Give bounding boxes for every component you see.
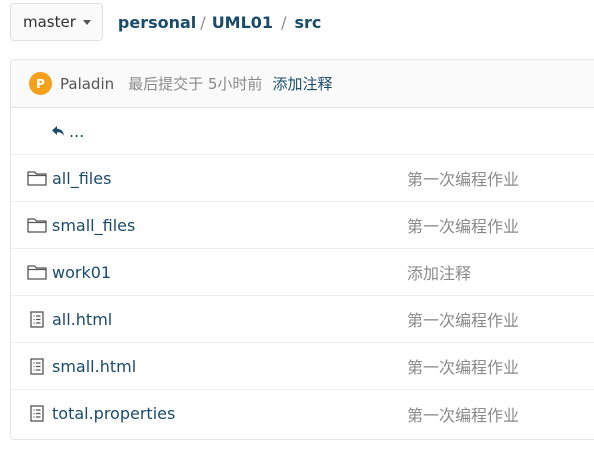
file-commit-message[interactable]: 添加注释 <box>407 260 471 284</box>
branch-selector[interactable]: master <box>10 3 103 41</box>
top-bar: master personal / UML01 / src <box>10 2 321 42</box>
file-name-cell: all_files <box>11 169 111 188</box>
commit-author[interactable]: Paladin <box>60 75 114 93</box>
breadcrumb-separator: / <box>200 12 206 32</box>
folder-icon <box>26 169 48 187</box>
file-row: all.html 第一次编程作业 <box>11 296 594 343</box>
file-row: all_files 第一次编程作业 <box>11 155 594 202</box>
breadcrumb-separator: / <box>281 12 287 32</box>
caret-down-icon <box>82 19 91 25</box>
branch-label: master <box>23 13 76 31</box>
commit-message[interactable]: 添加注释 <box>272 73 332 94</box>
file-row: small_files 第一次编程作业 <box>11 202 594 249</box>
file-row: small.html 第一次编程作业 <box>11 343 594 390</box>
file-name-link[interactable]: work01 <box>52 263 111 282</box>
file-commit-message[interactable]: 第一次编程作业 <box>407 307 519 331</box>
breadcrumb: personal / UML01 / src <box>118 13 321 32</box>
file-name-cell: all.html <box>11 310 112 329</box>
file-commit-message[interactable]: 第一次编程作业 <box>407 213 519 237</box>
file-name-cell: total.properties <box>11 404 175 423</box>
file-icon <box>26 405 48 423</box>
folder-icon <box>26 263 48 281</box>
last-commit-bar: P Paladin 最后提交于 5小时前 添加注释 <box>11 60 594 108</box>
folder-icon <box>26 216 48 234</box>
file-name-cell: small_files <box>11 216 135 235</box>
breadcrumb-repo[interactable]: UML01 <box>212 13 273 32</box>
file-name-link[interactable]: all.html <box>52 310 112 329</box>
reply-arrow-icon <box>52 126 64 136</box>
file-row: total.properties 第一次编程作业 <box>11 390 594 437</box>
file-name-link[interactable]: small.html <box>52 357 136 376</box>
avatar[interactable]: P <box>29 72 52 95</box>
file-name-link[interactable]: all_files <box>52 169 111 188</box>
file-commit-message[interactable]: 第一次编程作业 <box>407 354 519 378</box>
file-commit-message[interactable]: 第一次编程作业 <box>407 402 519 426</box>
file-tree-panel: P Paladin 最后提交于 5小时前 添加注释 ... all_files 第… <box>10 59 594 440</box>
file-icon <box>26 357 48 375</box>
parent-directory-row[interactable]: ... <box>11 108 594 155</box>
file-name-cell: work01 <box>11 263 111 282</box>
commit-time: 最后提交于 5小时前 <box>128 75 263 93</box>
file-icon <box>26 310 48 328</box>
breadcrumb-owner[interactable]: personal <box>118 13 196 32</box>
parent-directory-label: ... <box>69 121 85 141</box>
file-name-cell: small.html <box>11 357 136 376</box>
file-commit-message[interactable]: 第一次编程作业 <box>407 166 519 190</box>
file-name-link[interactable]: total.properties <box>52 404 175 423</box>
breadcrumb-path[interactable]: src <box>294 13 321 32</box>
file-row: work01 添加注释 <box>11 249 594 296</box>
file-name-link[interactable]: small_files <box>52 216 135 235</box>
